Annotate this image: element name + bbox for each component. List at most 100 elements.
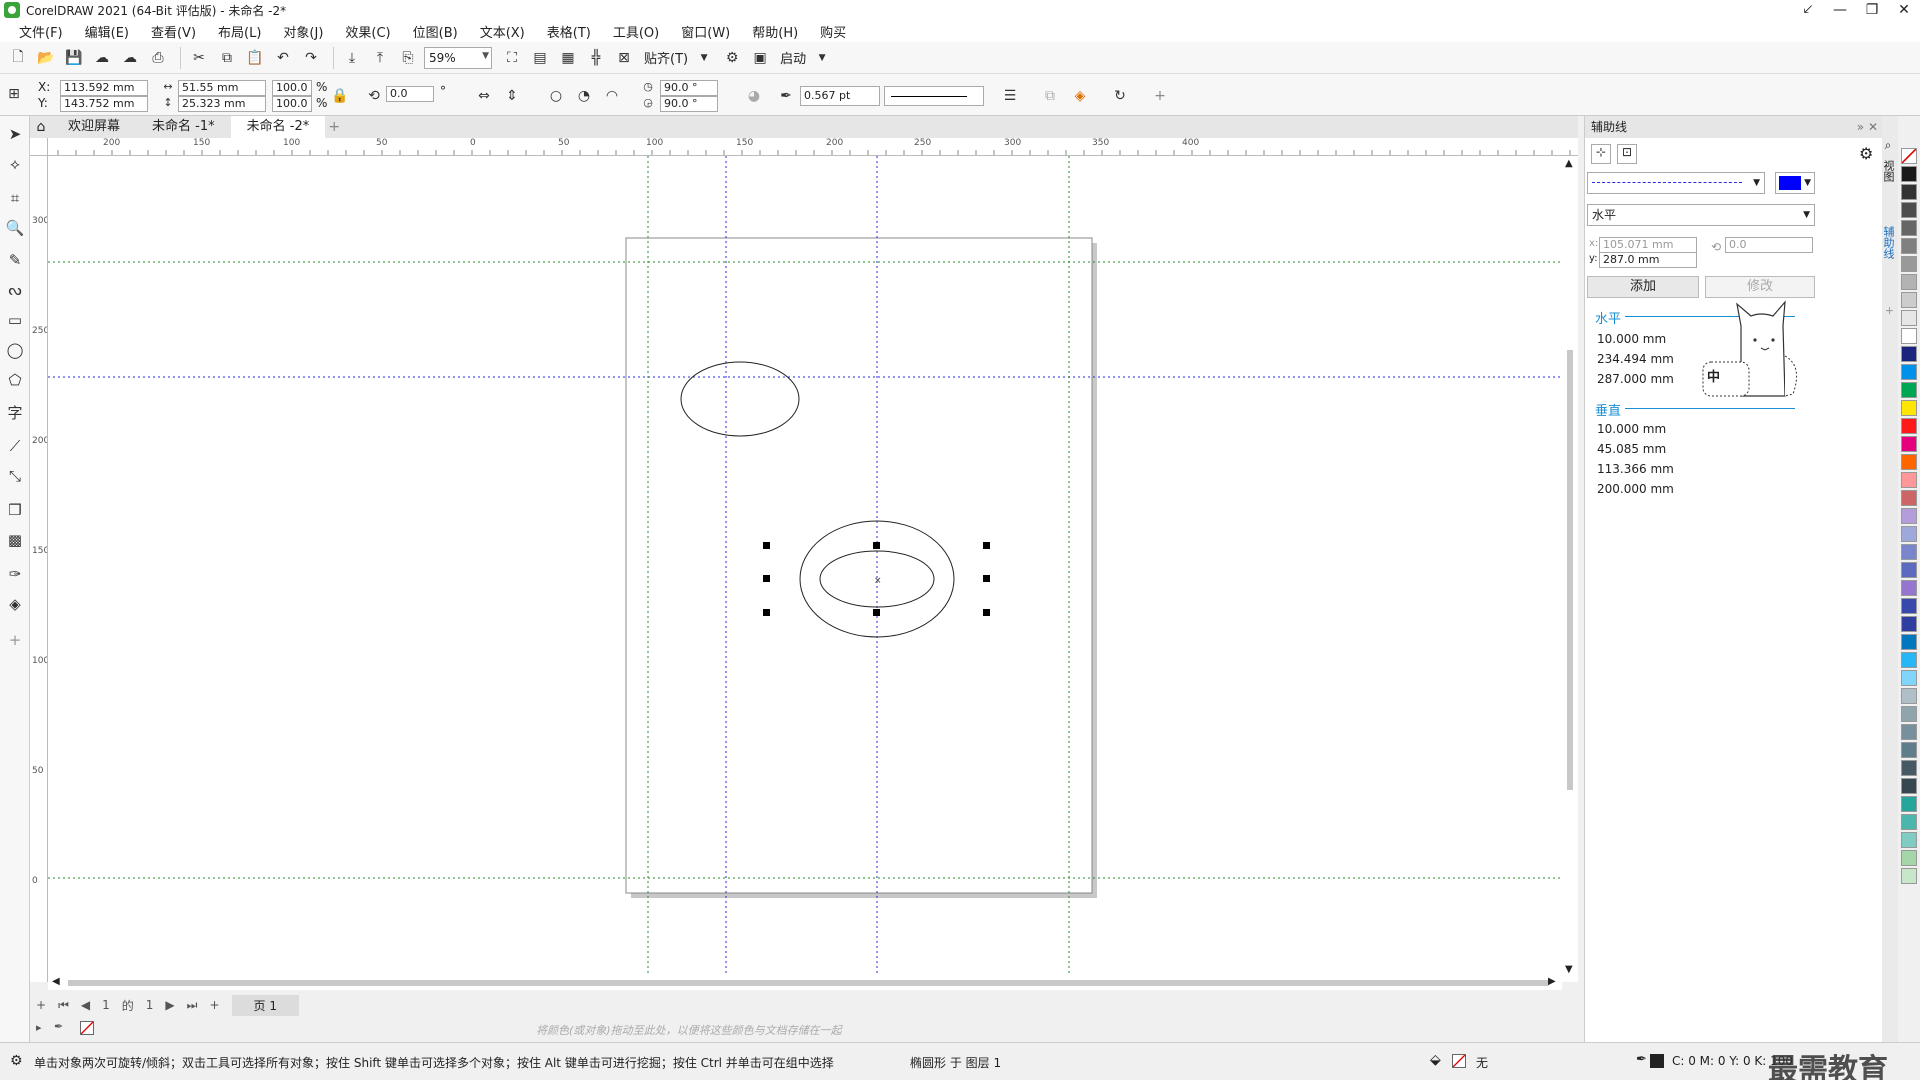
search-icon[interactable]: ⌕ <box>1882 140 1896 152</box>
status-gear-icon[interactable]: ⚙ <box>10 1053 23 1069</box>
connector-tool-icon[interactable]: ⤡ <box>3 464 27 488</box>
freehand-tool-icon[interactable]: ✎ <box>3 248 27 272</box>
palette-swatch[interactable] <box>1901 688 1917 704</box>
palette-swatch[interactable] <box>1901 472 1917 488</box>
pie-mode-icon[interactable]: ◔ <box>574 86 594 106</box>
palette-swatch[interactable] <box>1901 670 1917 686</box>
page-tab[interactable]: 页 1 <box>231 994 299 1016</box>
eyedropper-tool-icon[interactable]: ✑ <box>3 562 27 586</box>
show-rulers-icon[interactable]: ▤ <box>528 46 552 70</box>
text-tool-icon[interactable]: 字 <box>3 400 27 424</box>
expand-icon[interactable]: ▸ <box>36 1021 42 1034</box>
launch-app-icon[interactable]: ▣ <box>748 46 772 70</box>
guideline-list-item[interactable]: 45.085 mm <box>1597 442 1666 456</box>
pdf-icon[interactable]: ⎘ <box>396 46 420 70</box>
full-screen-icon[interactable]: ⛶ <box>500 46 524 70</box>
paste-icon[interactable]: 📋 <box>243 46 267 70</box>
vertical-scrollbar[interactable]: ▲ ▼ <box>1562 156 1578 982</box>
palette-swatch[interactable] <box>1901 346 1917 362</box>
polygon-tool-icon[interactable]: ⬠ <box>3 368 27 392</box>
snap-off-icon[interactable]: ⊠ <box>612 46 636 70</box>
palette-swatch[interactable] <box>1901 544 1917 560</box>
object-origin-icon[interactable]: ⊞ <box>4 84 24 104</box>
menu-edit[interactable]: 编辑(E) <box>74 22 140 41</box>
end-angle-field[interactable]: 90.0 ° <box>660 96 718 112</box>
horizontal-scrollbar[interactable]: ◀ ▶ <box>48 976 1562 990</box>
parallel-dimension-icon[interactable]: ⟋ <box>3 434 27 458</box>
mirror-horizontal-icon[interactable]: ⇔ <box>474 86 494 106</box>
home-icon[interactable]: ⌂ <box>30 119 52 135</box>
palette-swatch[interactable] <box>1901 202 1917 218</box>
menu-view[interactable]: 查看(V) <box>140 22 207 41</box>
palette-swatch[interactable] <box>1901 742 1917 758</box>
add-page-icon[interactable]: + <box>36 998 46 1012</box>
guideline-type-select[interactable]: 水平 ▼ <box>1587 204 1815 226</box>
undo-icon[interactable]: ↶ <box>271 46 295 70</box>
shape-tool-icon[interactable]: ⟡ <box>3 152 27 176</box>
menu-bitmaps[interactable]: 位图(B) <box>402 22 469 41</box>
scroll-right-icon[interactable]: ▶ <box>1548 976 1556 987</box>
menu-tools[interactable]: 工具(O) <box>602 22 670 41</box>
palette-swatch[interactable] <box>1901 526 1917 542</box>
chevron-down-icon[interactable]: ▼ <box>692 46 716 70</box>
palette-swatch[interactable] <box>1901 292 1917 308</box>
rectangle-tool-icon[interactable]: ▭ <box>3 308 27 332</box>
rotation-field[interactable]: 0.0 <box>386 86 434 102</box>
restore-small-icon[interactable]: 🡗 <box>1792 0 1824 20</box>
palette-swatch[interactable] <box>1901 256 1917 272</box>
palette-swatch[interactable] <box>1901 454 1917 470</box>
import-icon[interactable]: ⤓ <box>340 46 364 70</box>
menu-buy[interactable]: 购买 <box>809 22 857 41</box>
palette-swatch[interactable] <box>1901 634 1917 650</box>
vertical-section-header[interactable]: 垂直 <box>1595 400 1621 419</box>
mirror-vertical-icon[interactable]: ⇕ <box>502 86 522 106</box>
snap-guideline-icon[interactable]: ⊡ <box>1617 144 1637 164</box>
export-icon[interactable]: ⤒ <box>368 46 392 70</box>
menu-window[interactable]: 窗口(W) <box>670 22 741 41</box>
side-tab-view[interactable]: 视图 <box>1882 160 1896 182</box>
last-page-icon[interactable]: ⏭ <box>187 998 198 1013</box>
palette-swatch[interactable] <box>1901 436 1917 452</box>
eyedropper-icon[interactable]: ✒ <box>54 1020 63 1033</box>
palette-swatch[interactable] <box>1901 400 1917 416</box>
close-button[interactable]: ✕ <box>1888 0 1920 20</box>
zoom-tool-icon[interactable]: 🔍 <box>3 216 27 240</box>
palette-swatch[interactable] <box>1901 580 1917 596</box>
show-grid-icon[interactable]: ▦ <box>556 46 580 70</box>
no-color-swatch[interactable] <box>1901 148 1917 164</box>
palette-swatch[interactable] <box>1901 310 1917 326</box>
new-document-icon[interactable]: 🗋 <box>6 46 30 70</box>
palette-swatch[interactable] <box>1901 184 1917 200</box>
new-tab-button[interactable]: + <box>325 119 343 135</box>
palette-swatch[interactable] <box>1901 490 1917 506</box>
outline-width-field[interactable]: 0.567 pt <box>800 86 880 106</box>
palette-swatch[interactable] <box>1901 508 1917 524</box>
to-front-icon[interactable]: ⧉ <box>1040 86 1060 106</box>
ellipse-tool-icon[interactable]: ◯ <box>3 338 27 362</box>
guideline-list-item[interactable]: 234.494 mm <box>1597 352 1674 366</box>
add-guideline-button[interactable]: 添加 <box>1587 276 1699 298</box>
menu-file[interactable]: 文件(F) <box>8 22 74 41</box>
fill-none-swatch[interactable] <box>1452 1054 1466 1068</box>
add-docker-icon[interactable]: + <box>1883 306 1896 315</box>
add-tool-icon[interactable]: + <box>3 628 27 652</box>
transparency-tool-icon[interactable]: ▩ <box>3 528 27 552</box>
palette-swatch[interactable] <box>1901 418 1917 434</box>
guideline-list-item[interactable]: 10.000 mm <box>1597 422 1666 436</box>
tab-welcome-screen[interactable]: 欢迎屏幕 <box>52 116 136 138</box>
start-angle-field[interactable]: 90.0 ° <box>660 80 718 96</box>
direction-icon[interactable]: ◕ <box>744 86 764 106</box>
crop-tool-icon[interactable]: ⌗ <box>3 186 27 210</box>
ellipse-mode-icon[interactable]: ○ <box>546 86 566 106</box>
palette-swatch[interactable] <box>1901 832 1917 848</box>
horizontal-scroll-thumb[interactable] <box>68 980 1548 986</box>
redo-icon[interactable]: ↷ <box>299 46 323 70</box>
tab-untitled-1[interactable]: 未命名 -1* <box>136 116 231 138</box>
vertical-scroll-thumb[interactable] <box>1567 350 1573 790</box>
scale-y-field[interactable]: 100.0 <box>272 96 312 112</box>
scroll-up-icon[interactable]: ▲ <box>1565 158 1573 169</box>
guideline-list-item[interactable]: 200.000 mm <box>1597 482 1674 496</box>
x-position-field[interactable]: 113.592 mm <box>60 80 148 96</box>
side-tab-guidelines[interactable]: 辅助线 <box>1882 226 1896 259</box>
palette-swatch[interactable] <box>1901 220 1917 236</box>
